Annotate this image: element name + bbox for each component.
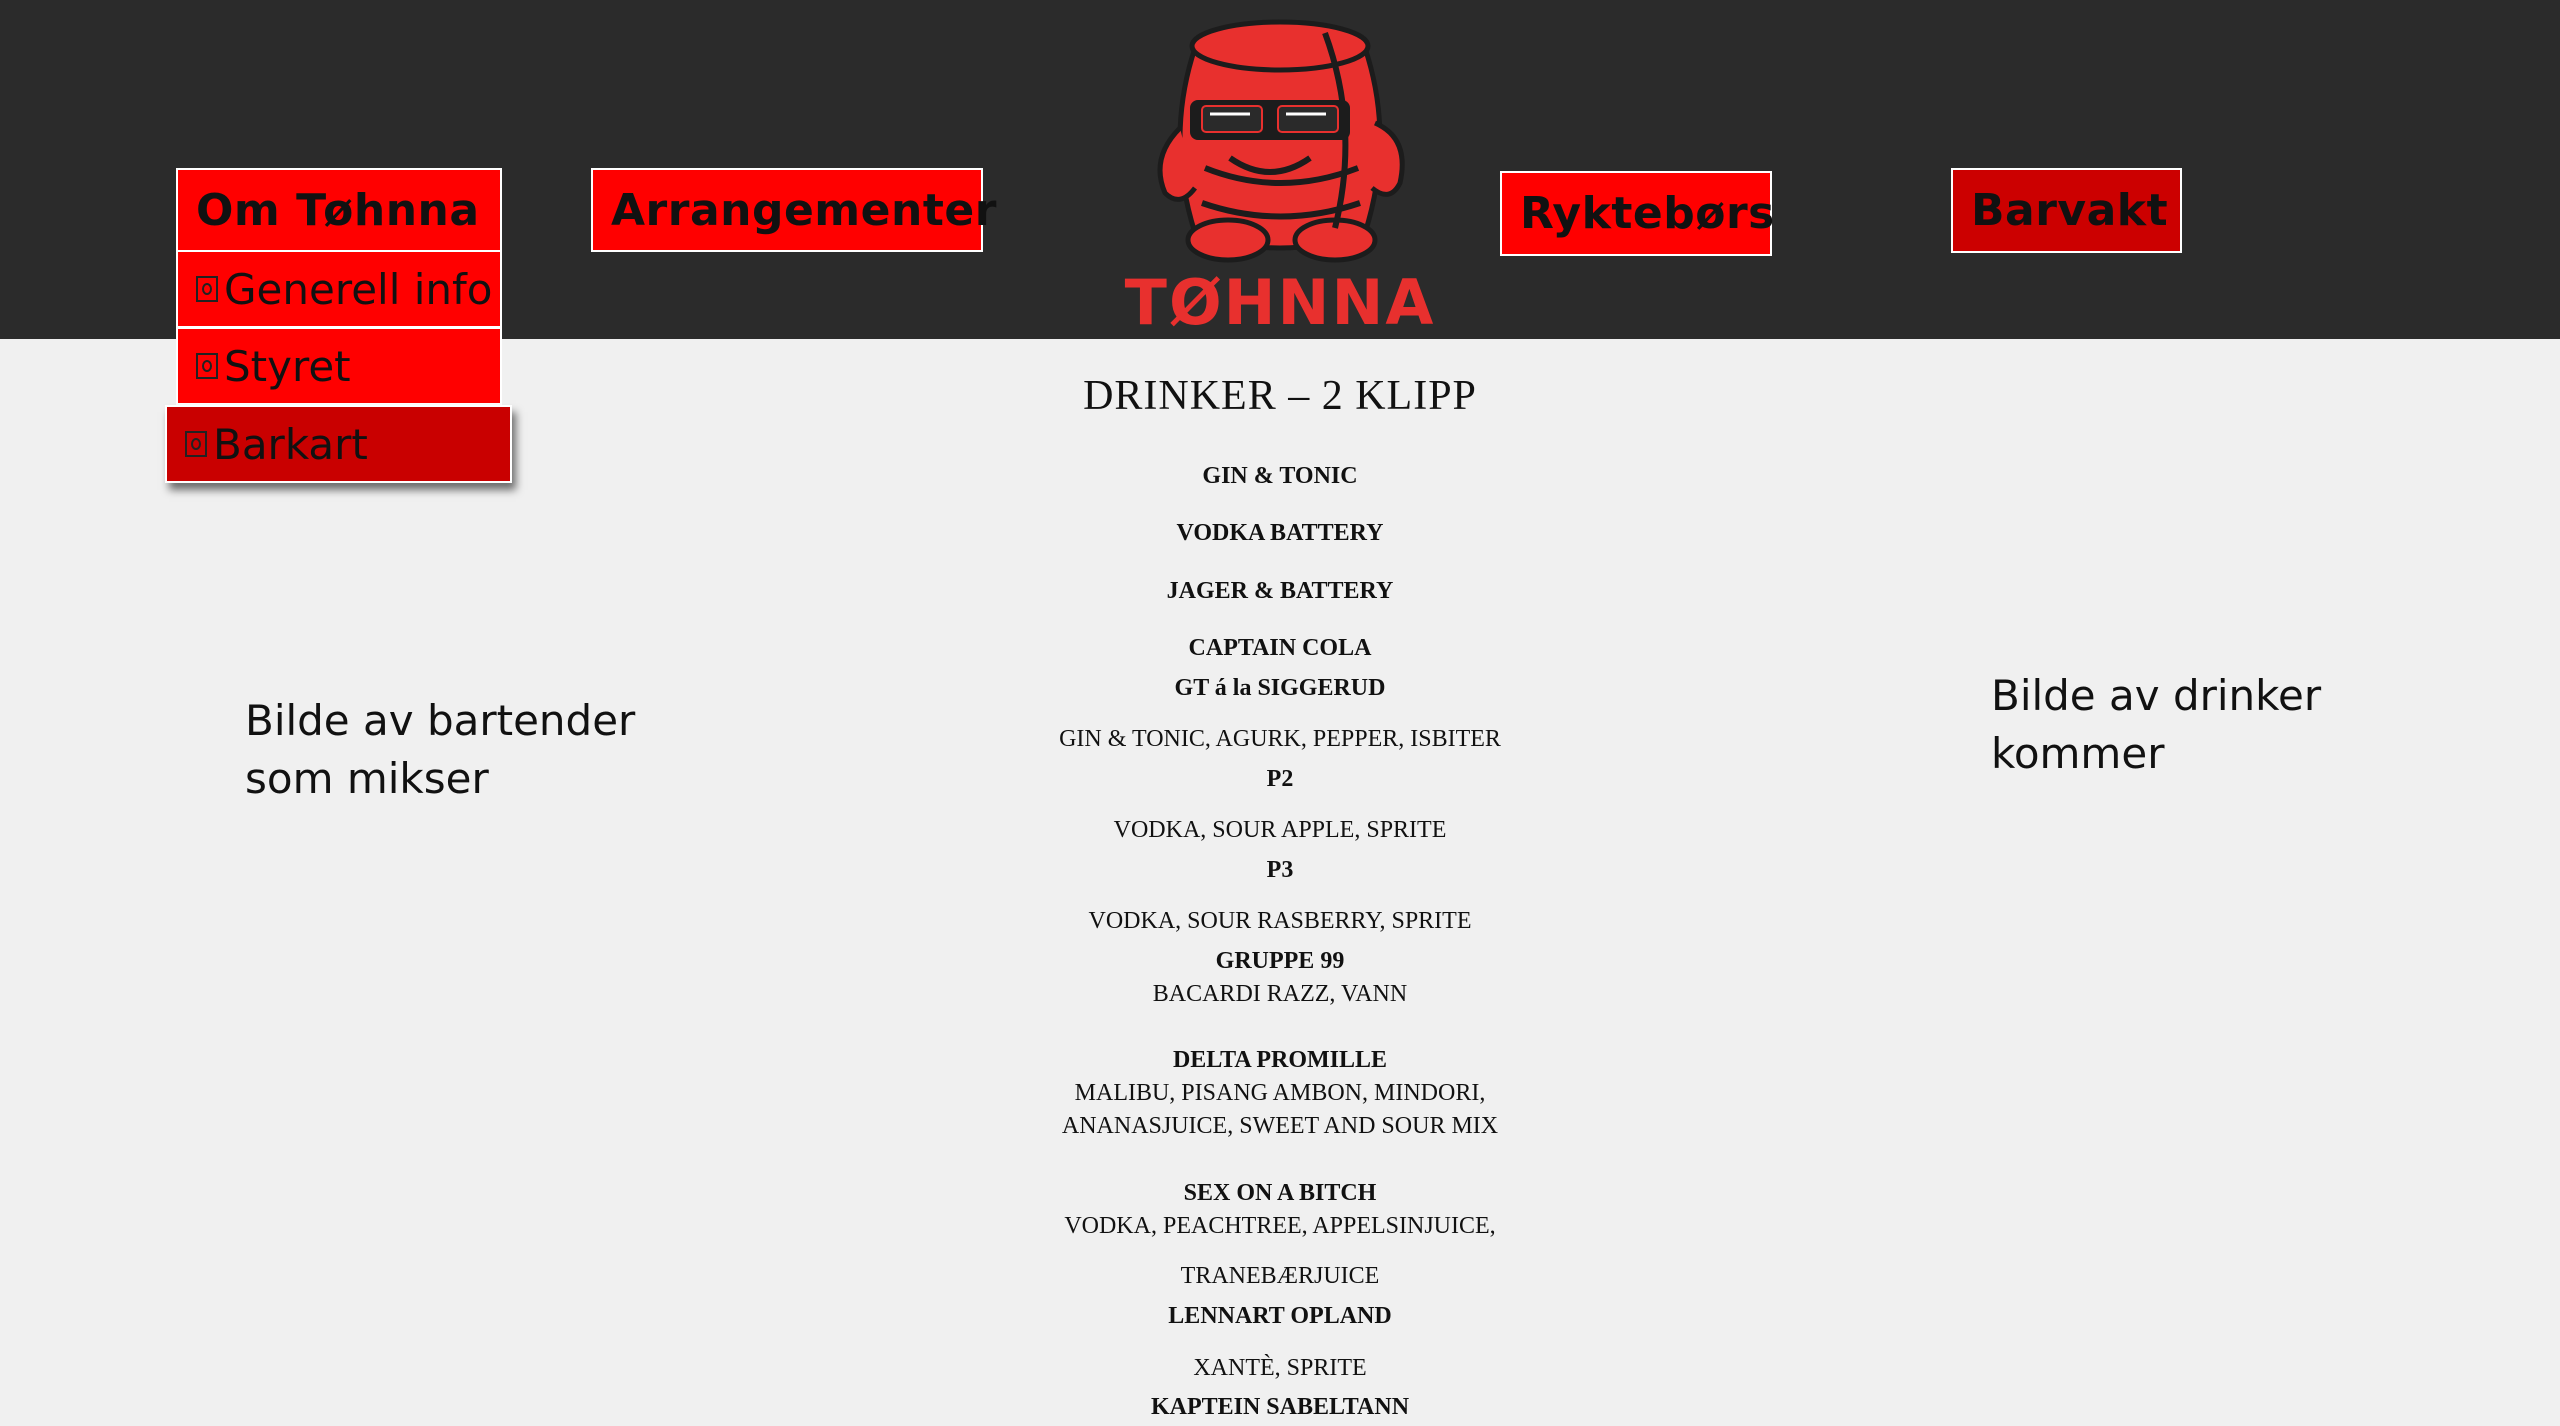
nav-barvakt-label: Barvakt: [1971, 185, 2169, 236]
menu-line: BACARDI RAZZ, VANN: [1152, 981, 1408, 1007]
image-placeholder-icon: [185, 431, 207, 457]
nav-om-tohnna-label: Om Tøhnna: [196, 184, 480, 236]
left-image-placeholder-note: Bilde av bartender som mikser: [245, 692, 635, 808]
menu-line: GRUPPE 99: [1215, 948, 1345, 974]
right-note-line2: kommer: [1991, 729, 2165, 778]
nav-barvakt-button[interactable]: Barvakt: [1951, 168, 2182, 253]
menu-line: GIN & TONIC: [1202, 463, 1358, 489]
submenu-styret[interactable]: Styret: [176, 327, 502, 405]
menu-line: JAGER & BATTERY: [1166, 578, 1394, 604]
menu-line: VODKA, SOUR RASBERRY, SPRITE: [1088, 908, 1472, 934]
submenu-barkart-label: Barkart: [213, 419, 368, 469]
menu-line: MALIBU, PISANG AMBON, MINDORI,: [1074, 1080, 1486, 1106]
menu-line: GT á la SIGGERUD: [1174, 675, 1386, 701]
menu-line: GIN & TONIC, AGURK, PEPPER, ISBITER: [1059, 726, 1501, 752]
menu-line: XANTÈ, SPRITE: [1193, 1355, 1367, 1381]
left-note-line1: Bilde av bartender: [245, 696, 636, 745]
menu-line: VODKA, SOUR APPLE, SPRITE: [1113, 817, 1447, 843]
nav-om-tohnna-button[interactable]: Om Tøhnna: [176, 168, 502, 252]
menu-line: SEX ON A BITCH: [1183, 1180, 1377, 1206]
submenu-styret-label: Styret: [224, 341, 351, 391]
image-placeholder-icon: [196, 353, 218, 379]
menu-lines: GIN & TONIC VODKA BATTERY JAGER & BATTER…: [840, 0, 1720, 1426]
menu-line: LENNART OPLAND: [1168, 1303, 1392, 1329]
left-note-line2: som mikser: [245, 754, 489, 803]
submenu-barkart[interactable]: Barkart: [165, 405, 512, 483]
menu-line: ANANASJUICE, SWEET AND SOUR MIX: [1061, 1113, 1499, 1139]
menu-line: VODKA BATTERY: [1176, 520, 1384, 546]
image-placeholder-icon: [196, 276, 218, 302]
menu-line: DELTA PROMILLE: [1172, 1047, 1388, 1073]
menu-line: P2: [1266, 766, 1294, 792]
menu-line: TRANEBÆRJUICE: [1180, 1263, 1380, 1289]
menu-line: P3: [1266, 857, 1294, 883]
right-image-placeholder-note: Bilde av drinker kommer: [1991, 667, 2321, 783]
menu-line: KAPTEIN SABELTANN: [1150, 1394, 1410, 1420]
submenu-generell-info[interactable]: Generell info: [176, 250, 502, 328]
menu-line: VODKA, PEACHTREE, APPELSINJUICE,: [1064, 1213, 1496, 1239]
menu-line: CAPTAIN COLA: [1188, 635, 1372, 661]
submenu-generell-info-label: Generell info: [224, 264, 493, 314]
right-note-line1: Bilde av drinker: [1991, 671, 2322, 720]
